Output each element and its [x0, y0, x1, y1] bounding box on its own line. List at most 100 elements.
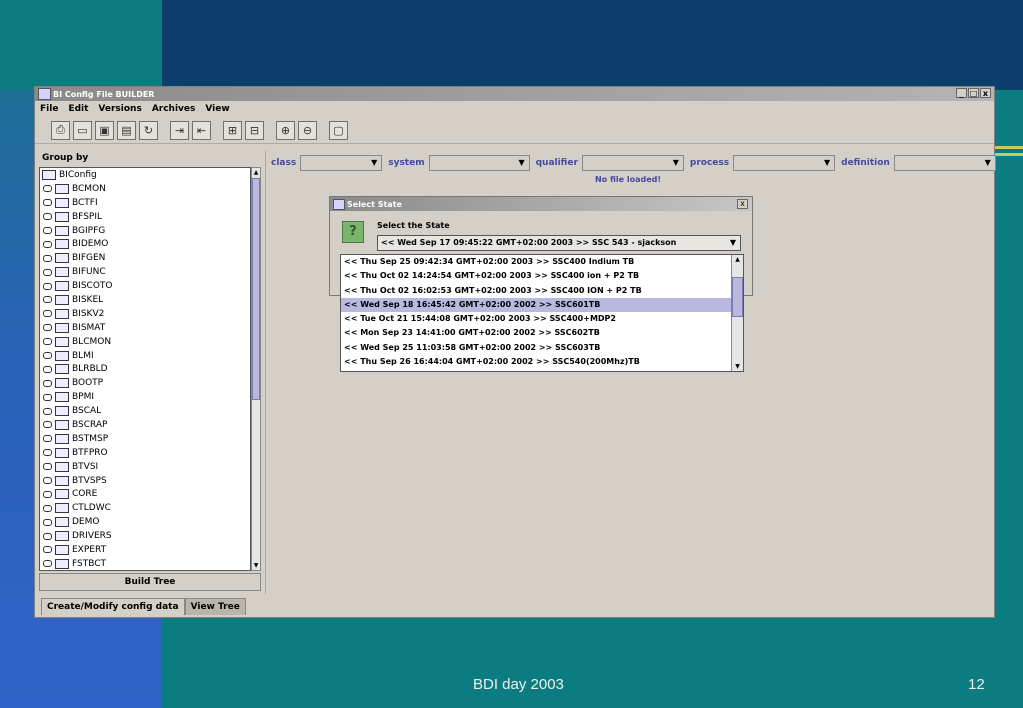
scroll-thumb[interactable]	[252, 178, 260, 400]
tree-node[interactable]: CORE	[40, 487, 250, 501]
menu-archives[interactable]: Archives	[152, 104, 196, 114]
expand-toggle-icon[interactable]	[43, 532, 52, 540]
tree-node[interactable]: BSCAL	[40, 404, 250, 418]
dialog-close-button[interactable]: x	[737, 199, 748, 209]
expand-toggle-icon[interactable]	[43, 407, 52, 415]
tab-view-tree[interactable]: View Tree	[184, 598, 246, 615]
state-option[interactable]: << Thu Sep 25 09:42:34 GMT+02:00 2003 >>…	[341, 255, 733, 269]
expand-toggle-icon[interactable]	[43, 365, 52, 373]
tree-node[interactable]: BISCOTO	[40, 279, 250, 293]
state-option[interactable]: << Tue Oct 21 15:44:08 GMT+02:00 2003 >>…	[341, 312, 733, 326]
state-option[interactable]: << Wed Sep 18 16:45:42 GMT+02:00 2002 >>…	[341, 297, 733, 313]
save-icon[interactable]: ▣	[95, 120, 114, 140]
refresh-icon[interactable]: ↻	[139, 120, 158, 140]
dropdown-scrollbar[interactable]: ▲ ▼	[731, 255, 743, 371]
tree-node[interactable]: BSTMSP	[40, 432, 250, 446]
expand-toggle-icon[interactable]	[43, 560, 52, 568]
tree-root[interactable]: BIConfig	[40, 168, 250, 182]
expand-toggle-icon[interactable]	[43, 449, 52, 457]
collapse-icon[interactable]: ⊟	[245, 120, 264, 140]
expand-toggle-icon[interactable]	[43, 240, 52, 248]
expand-toggle-icon[interactable]	[43, 282, 52, 290]
expand-toggle-icon[interactable]	[43, 199, 52, 207]
expand-toggle-icon[interactable]	[43, 421, 52, 429]
state-option[interactable]: << Wed Sep 25 11:03:58 GMT+02:00 2002 >>…	[341, 341, 733, 355]
tree-node[interactable]: FSTBCT	[40, 557, 250, 570]
tree-node[interactable]: CTLDWC	[40, 501, 250, 515]
save-as-icon[interactable]: ▤	[117, 120, 136, 140]
expand-toggle-icon[interactable]	[43, 185, 52, 193]
state-option[interactable]: << Thu Oct 02 16:02:53 GMT+02:00 2003 >>…	[341, 284, 733, 298]
expand-toggle-icon[interactable]	[43, 518, 52, 526]
process-select[interactable]: ▼	[733, 155, 836, 171]
tree-node[interactable]: DEMO	[40, 515, 250, 529]
state-option[interactable]: << Thu Oct 02 14:24:54 GMT+02:00 2003 >>…	[341, 269, 733, 283]
state-option[interactable]: << Thu Sep 26 16:44:04 GMT+02:00 2002 >>…	[341, 355, 733, 369]
expand-toggle-icon[interactable]	[43, 435, 52, 443]
tree-node[interactable]: BTVSPS	[40, 474, 250, 488]
expand-toggle-icon[interactable]	[43, 324, 52, 332]
tree-node[interactable]: BISMAT	[40, 321, 250, 335]
expand-icon[interactable]: ⊞	[223, 120, 242, 140]
maximize-button[interactable]: □	[968, 88, 979, 98]
expand-toggle-icon[interactable]	[43, 227, 52, 234]
tree-node[interactable]: BIFGEN	[40, 251, 250, 265]
expand-toggle-icon[interactable]	[43, 490, 52, 498]
scroll-up-icon[interactable]: ▲	[252, 168, 260, 177]
menu-edit[interactable]: Edit	[68, 104, 88, 114]
menu-view[interactable]: View	[205, 104, 229, 114]
expand-toggle-icon[interactable]	[43, 268, 52, 276]
expand-toggle-icon[interactable]	[43, 463, 52, 471]
expand-toggle-icon[interactable]	[43, 546, 52, 554]
tree-node[interactable]: BIFUNC	[40, 265, 250, 279]
scroll-up-icon[interactable]: ▲	[732, 255, 743, 264]
tree-node[interactable]: BSCRAP	[40, 418, 250, 432]
expand-toggle-icon[interactable]	[43, 352, 52, 360]
config-tree[interactable]: BIConfig BCMON BCTFI BFSPIL BGIPFG BIDEMO BIFG…	[39, 167, 251, 571]
scroll-thumb[interactable]	[732, 277, 743, 317]
definition-select[interactable]: ▼	[893, 155, 996, 171]
minimize-button[interactable]: _	[956, 88, 967, 98]
class-select[interactable]: ▼	[300, 155, 383, 171]
zoom-out-icon[interactable]: ⊖	[298, 120, 317, 140]
build-tree-button[interactable]: Build Tree	[39, 573, 261, 591]
export-icon[interactable]: ⇤	[192, 120, 211, 140]
expand-toggle-icon[interactable]	[43, 254, 52, 262]
state-option[interactable]: << Mon Sep 23 14:41:00 GMT+02:00 2002 >>…	[341, 326, 733, 340]
expand-toggle-icon[interactable]	[43, 338, 52, 346]
state-select[interactable]: << Wed Sep 17 09:45:22 GMT+02:00 2003 >>…	[377, 235, 741, 251]
tree-node[interactable]: BIDEMO	[40, 237, 250, 251]
qualifier-select[interactable]: ▼	[581, 155, 684, 171]
zoom-in-icon[interactable]: ⊕	[276, 120, 295, 140]
tree-node[interactable]: BLRBLD	[40, 362, 250, 376]
tree-node[interactable]: BCMON	[40, 182, 250, 196]
tree-node[interactable]: BLMI	[40, 349, 250, 363]
tree-node[interactable]: BGIPFG	[40, 224, 250, 238]
tree-node[interactable]: BTFPRO	[40, 446, 250, 460]
tree-node[interactable]: BPMI	[40, 390, 250, 404]
tab-create-modify[interactable]: Create/Modify config data	[41, 598, 185, 615]
expand-toggle-icon[interactable]	[43, 477, 52, 485]
exit-icon[interactable]: ▢	[329, 120, 348, 140]
close-button[interactable]: x	[980, 88, 991, 98]
expand-toggle-icon[interactable]	[43, 213, 52, 221]
dialog-titlebar[interactable]: Select State	[330, 197, 752, 211]
print-icon[interactable]: ⎙	[51, 120, 70, 140]
scroll-down-icon[interactable]: ▼	[732, 362, 743, 371]
open-folder-icon[interactable]: ▭	[73, 120, 92, 140]
menu-versions[interactable]: Versions	[98, 104, 141, 114]
tree-node[interactable]: BCTFI	[40, 196, 250, 210]
system-select[interactable]: ▼	[428, 155, 530, 171]
window-titlebar[interactable]: BI Config File BUILDER _ □ x	[35, 87, 994, 101]
expand-toggle-icon[interactable]	[43, 393, 52, 401]
tree-node[interactable]: DRIVERS	[40, 529, 250, 543]
tree-node[interactable]: BTVSI	[40, 460, 250, 474]
scroll-down-icon[interactable]: ▼	[252, 561, 260, 570]
tree-scrollbar[interactable]: ▲ ▼	[251, 167, 261, 571]
expand-toggle-icon[interactable]	[43, 296, 52, 304]
expand-toggle-icon[interactable]	[43, 504, 52, 512]
tree-node[interactable]: BISKV2	[40, 307, 250, 321]
expand-toggle-icon[interactable]	[43, 379, 52, 387]
tree-node[interactable]: BLCMON	[40, 335, 250, 349]
menu-file[interactable]: File	[40, 104, 58, 114]
